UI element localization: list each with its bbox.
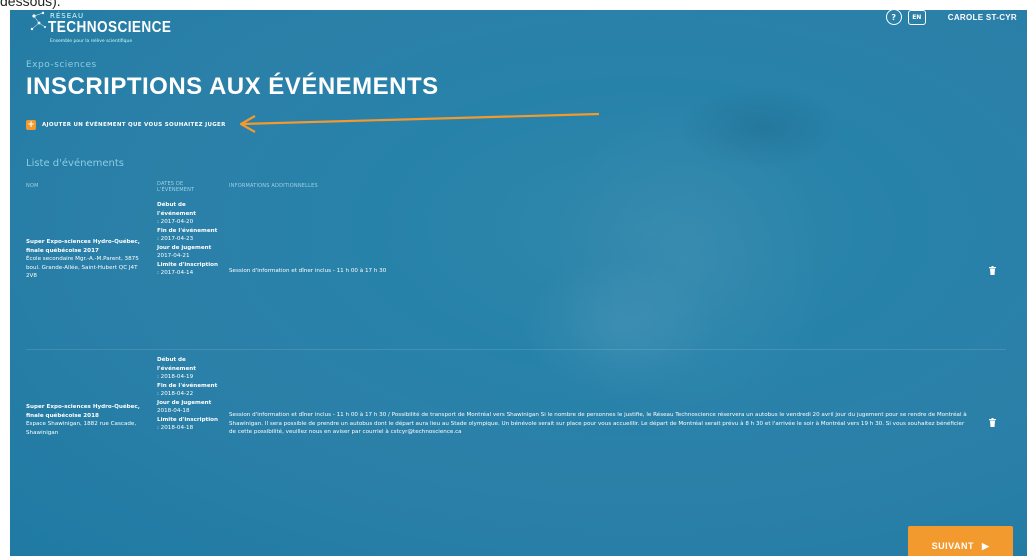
column-header-dates: DATES DE L'ÉVÉNEMENT [157,181,194,193]
play-icon: ▶ [981,540,990,551]
start-date: : 2017-04-20 [157,219,194,225]
end-date: : 2018-04-22 [157,391,194,397]
plus-icon: + [26,120,36,130]
logo-icon [30,11,46,31]
deadline-label: Limite d'inscription [157,261,219,268]
deadline-date: : 2018-04-18 [157,425,194,431]
column-header-info: INFORMATIONS ADDITIONNELLES [229,183,318,189]
judging-label: Jour de jugement [157,244,212,251]
next-button[interactable]: SUIVANT ▶ [908,526,1013,556]
end-label: Fin de l'événement [157,227,218,234]
judging-label: Jour de jugement [157,399,212,406]
breadcrumb[interactable]: Expo-sciences [26,60,97,70]
deadline-label: Limite d'inscription [157,416,219,423]
event-info: Session d'information et dîner inclus - … [229,268,387,274]
logo[interactable]: RÉSEAU TECHNOSCIENCE Ensemble pour la re… [24,10,171,50]
table-row-name: Super Expo-sciences Hydro-Québec, finale… [26,403,146,437]
document-caption: dessous). [0,0,1027,10]
language-button[interactable]: EN [907,9,926,25]
trash-icon[interactable] [989,418,996,427]
user-menu[interactable]: CAROLE ST-CYR [948,13,1017,22]
add-event-label: AJOUTER UN ÉVÉNEMENT QUE VOUS SOUHAITEZ … [42,122,226,128]
start-label: Début de l'événement [157,357,196,372]
end-date: : 2017-04-23 [157,236,194,242]
judging-date: 2018-04-18 [157,408,190,414]
start-label: Début de l'événement [157,202,196,217]
row-divider [26,349,1006,350]
annotation-arrow-icon [239,112,600,133]
list-title: Liste d'événements [26,158,124,169]
add-event-button[interactable]: + AJOUTER UN ÉVÉNEMENT QUE VOUS SOUHAITE… [26,120,226,130]
table-row-dates: Début de l'événement : 2018-04-19 Fin de… [157,356,219,433]
page-title: INSCRIPTIONS AUX ÉVÉNEMENTS [26,73,439,100]
app-window: RÉSEAU TECHNOSCIENCE Ensemble pour la re… [10,8,1027,556]
table-row-dates: Début de l'événement : 2017-04-20 Fin de… [157,201,219,278]
next-button-label: SUIVANT [931,541,974,551]
logo-tagline: Ensemble pour la relève scientifique [50,39,133,44]
event-location: École secondaire Mgr.-A.-M.Parent, 3875 … [26,256,139,279]
event-info: Session d'information et dîner inclus - … [229,412,967,435]
column-header-dates-line2: L'ÉVÉNEMENT [157,187,195,193]
judging-date: 2017-04-21 [157,253,190,259]
trash-icon[interactable] [989,266,996,275]
column-header-name: NOM [26,183,39,189]
event-location: Espace Shawinigan, 1882 rue Cascade, Sha… [26,421,137,436]
background-photo [430,8,950,556]
help-icon[interactable]: ? [885,9,902,25]
event-name: Super Expo-sciences Hydro-Québec, finale… [26,404,140,419]
topbar: ? EN CAROLE ST-CYR [885,8,1017,26]
end-label: Fin de l'événement [157,382,218,389]
start-date: : 2018-04-19 [157,374,194,380]
table-row-name: Super Expo-sciences Hydro-Québec, finale… [26,238,146,281]
logo-wordmark: TECHNOSCIENCE [48,19,172,36]
deadline-date: : 2017-04-14 [157,270,194,276]
event-name: Super Expo-sciences Hydro-Québec, finale… [26,239,140,254]
